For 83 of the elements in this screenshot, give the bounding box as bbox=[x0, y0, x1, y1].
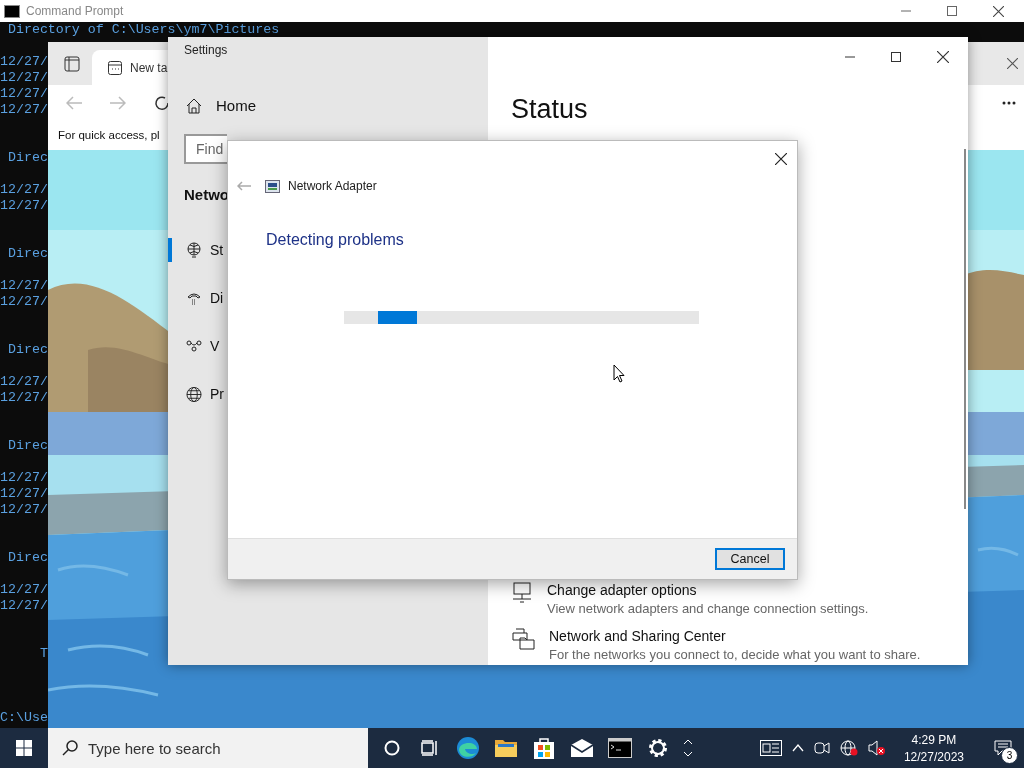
console-line: 12/27/ bbox=[0, 502, 48, 518]
maximize-icon[interactable] bbox=[891, 52, 901, 62]
console-line: 12/27/ bbox=[0, 70, 48, 86]
console-line: 12/27/ bbox=[0, 198, 48, 214]
console-line: 12/27/ bbox=[0, 54, 48, 70]
network-adapter-icon bbox=[265, 179, 280, 193]
console-line: 12/27/ bbox=[0, 598, 48, 614]
console-line: 12/27/ bbox=[0, 470, 48, 486]
console-line: Direc bbox=[6, 342, 48, 358]
console-line: Directory of C:\Users\ym7\Pictures bbox=[6, 22, 280, 38]
console-line: 12/27/ bbox=[0, 86, 48, 102]
console-line: 12/27/ bbox=[0, 390, 48, 406]
console-line: Direc bbox=[6, 438, 48, 454]
clock-time[interactable]: 4:29 PM bbox=[911, 732, 957, 747]
printer-folder-icon bbox=[511, 628, 535, 650]
network-globe-icon[interactable] bbox=[839, 740, 858, 756]
terminal-icon bbox=[4, 4, 20, 18]
window-title: Settings bbox=[184, 43, 229, 57]
notice-text: For quick access, pl bbox=[58, 129, 160, 141]
browser-tab[interactable]: New ta bbox=[92, 50, 168, 85]
home-link[interactable]: Home bbox=[216, 97, 256, 114]
console-line: Direc bbox=[6, 246, 48, 262]
maximize-icon[interactable] bbox=[947, 6, 957, 16]
console-line: Direc bbox=[6, 150, 48, 166]
console-line: Direc bbox=[6, 550, 48, 566]
globe-icon bbox=[186, 385, 202, 403]
search-icon bbox=[62, 740, 78, 756]
clock-date[interactable]: 12/27/2023 bbox=[903, 749, 964, 764]
nav-item[interactable]: St bbox=[168, 238, 224, 262]
scroll-up-icon[interactable] bbox=[683, 739, 693, 745]
nav-item[interactable]: Di bbox=[168, 286, 224, 310]
console-line: 12/27/ bbox=[0, 294, 48, 310]
link-description: View network adapters and change connection settings. bbox=[547, 601, 869, 616]
chevron-up-icon[interactable] bbox=[791, 744, 804, 752]
scrollbar[interactable] bbox=[964, 149, 966, 509]
page-title: Status bbox=[511, 94, 589, 125]
folder-icon[interactable] bbox=[494, 738, 518, 758]
task-view-icon[interactable] bbox=[421, 740, 439, 756]
window-title: Command Prompt bbox=[26, 4, 125, 18]
video-camera-icon[interactable] bbox=[813, 741, 830, 755]
cancel-button[interactable]: Cancel bbox=[715, 548, 785, 570]
terminal-icon[interactable] bbox=[608, 738, 632, 758]
scroll-down-icon[interactable] bbox=[683, 751, 693, 757]
phone-icon bbox=[186, 291, 202, 305]
settings-link[interactable]: Network and Sharing Center bbox=[549, 628, 921, 644]
mail-icon[interactable] bbox=[570, 739, 594, 757]
settings-link[interactable]: Change adapter options bbox=[547, 582, 869, 598]
search-field[interactable]: Type here to search bbox=[48, 728, 368, 768]
notification-count: 3 bbox=[1001, 747, 1018, 764]
cursor-icon bbox=[613, 364, 625, 383]
windows-icon[interactable] bbox=[16, 740, 32, 756]
console-line: 12/27/ bbox=[0, 102, 48, 118]
console-line: 12/27/ bbox=[0, 582, 48, 598]
shopping-bag-icon[interactable] bbox=[533, 736, 555, 760]
section-heading: Netwo bbox=[184, 186, 229, 203]
new-tab-icon bbox=[108, 60, 122, 75]
link-description: For the networks you connect to, decide what you want to share. bbox=[549, 647, 921, 662]
dialog-title: Network Adapter bbox=[288, 179, 377, 193]
console-line: 12/27/ bbox=[0, 374, 48, 390]
nav-item[interactable]: Pr bbox=[168, 382, 224, 406]
console-line: 12/27/ bbox=[0, 486, 48, 502]
console-line: T bbox=[38, 646, 48, 662]
tab-actions-icon[interactable] bbox=[64, 55, 80, 72]
refresh-icon[interactable] bbox=[154, 94, 170, 111]
edge-icon[interactable] bbox=[456, 736, 480, 760]
nav-item[interactable]: V bbox=[168, 334, 220, 358]
search-field[interactable]: Find bbox=[184, 134, 227, 164]
close-icon[interactable] bbox=[993, 5, 1004, 17]
vpn-icon bbox=[186, 340, 202, 352]
network-monitor-icon bbox=[511, 582, 533, 604]
home-icon[interactable] bbox=[186, 97, 202, 114]
close-icon[interactable] bbox=[775, 153, 787, 165]
console-line: 12/27/ bbox=[0, 278, 48, 294]
news-icon[interactable] bbox=[759, 740, 782, 756]
close-icon[interactable] bbox=[937, 51, 949, 63]
volume-muted-icon[interactable] bbox=[867, 740, 886, 756]
console-line: C:\Use bbox=[0, 710, 48, 726]
status-heading: Detecting problems bbox=[266, 231, 405, 249]
console-line: 12/27/ bbox=[0, 182, 48, 198]
settings-icon[interactable] bbox=[647, 737, 669, 759]
circle-icon[interactable] bbox=[384, 740, 400, 756]
globe-monitor-icon bbox=[186, 242, 202, 258]
more-icon[interactable] bbox=[1002, 100, 1016, 105]
